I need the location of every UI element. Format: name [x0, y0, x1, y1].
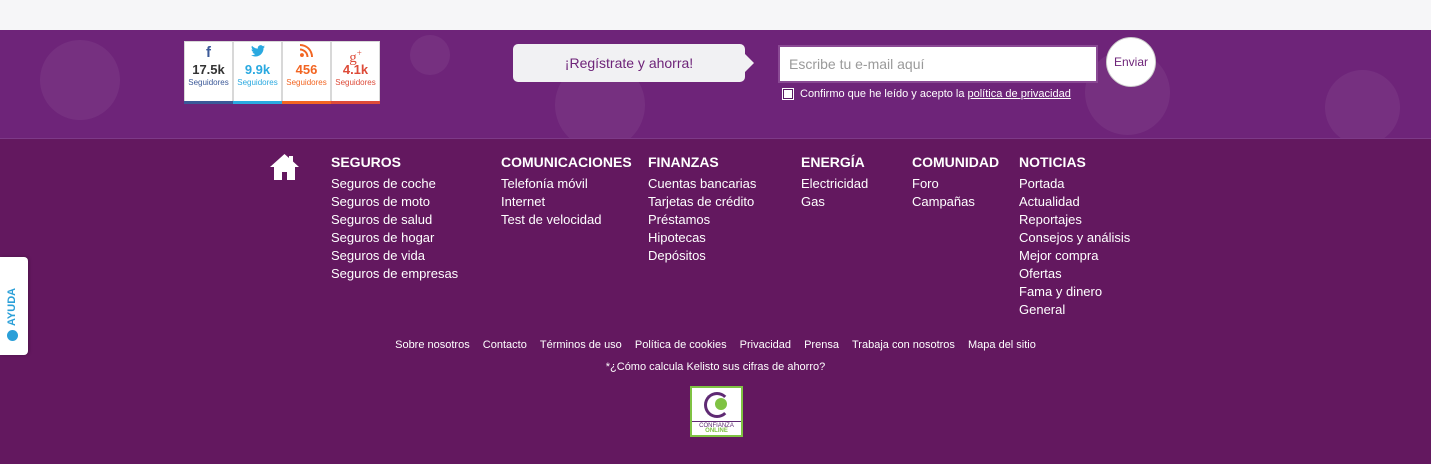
legal-link[interactable]: Contacto: [483, 339, 527, 351]
rss-count: 456: [295, 62, 318, 77]
social-google-plus[interactable]: g+ 4.1k Seguidores: [331, 41, 380, 104]
footer-link[interactable]: Seguros de moto: [331, 193, 458, 211]
legal-link[interactable]: Trabaja con nosotros: [852, 339, 955, 351]
register-callout: ¡Regístrate y ahorra!: [513, 44, 754, 82]
social-twitter[interactable]: 9.9k Seguidores: [233, 41, 282, 104]
footer-link[interactable]: Telefonía móvil: [501, 175, 632, 193]
consent-row: Confirmo que he leído y acepto la políti…: [782, 88, 1071, 100]
savings-calculation-link[interactable]: *¿Cómo calcula Kelisto sus cifras de aho…: [0, 361, 1431, 373]
footer-link[interactable]: Portada: [1019, 175, 1130, 193]
send-button[interactable]: Enviar: [1106, 37, 1156, 87]
twitter-label: Seguidores: [237, 78, 278, 87]
column-title: ENERGÍA: [801, 154, 865, 170]
footer-link[interactable]: Reportajes: [1019, 211, 1130, 229]
footer-column-comunidad: COMUNIDAD Foro Campañas: [912, 153, 999, 211]
facebook-label: Seguidores: [188, 78, 229, 87]
privacy-policy-link[interactable]: política de privacidad: [968, 88, 1071, 100]
footer-link[interactable]: Campañas: [912, 193, 999, 211]
facebook-icon: f: [206, 44, 211, 61]
footer-link[interactable]: Consejos y análisis: [1019, 229, 1130, 247]
help-label: AYUDA: [6, 287, 18, 326]
footer-link[interactable]: Cuentas bancarias: [648, 175, 756, 193]
footer-link[interactable]: Seguros de vida: [331, 247, 458, 265]
social-rss[interactable]: 456 Seguidores: [282, 41, 331, 104]
rss-bar: [282, 101, 331, 104]
footer-link[interactable]: Mejor compra: [1019, 247, 1130, 265]
footer-link[interactable]: Tarjetas de crédito: [648, 193, 756, 211]
column-title: SEGUROS: [331, 154, 402, 170]
confianza-online-badge[interactable]: CONFIANZA ONLINE: [690, 386, 743, 437]
footer-column-finanzas: FINANZAS Cuentas bancarias Tarjetas de c…: [648, 153, 756, 265]
footer-column-noticias: NOTICIAS Portada Actualidad Reportajes C…: [1019, 153, 1130, 319]
footer-link[interactable]: Actualidad: [1019, 193, 1130, 211]
legal-link[interactable]: Sobre nosotros: [395, 339, 470, 351]
facebook-bar: [184, 101, 233, 104]
footer-link[interactable]: Hipotecas: [648, 229, 756, 247]
twitter-count: 9.9k: [244, 62, 271, 77]
badge-line2: ONLINE: [705, 428, 728, 434]
footer-column-seguros: SEGUROS Seguros de coche Seguros de moto…: [331, 153, 458, 283]
consent-text: Confirmo que he leído y acepto la: [800, 88, 965, 100]
facebook-count: 17.5k: [192, 62, 225, 77]
legal-link[interactable]: Términos de uso: [540, 339, 622, 351]
twitter-bar: [233, 101, 282, 104]
rss-label: Seguidores: [286, 78, 327, 87]
google-plus-icon: g+: [349, 48, 362, 66]
footer-link[interactable]: Ofertas: [1019, 265, 1130, 283]
footer-link[interactable]: Electricidad: [801, 175, 868, 193]
background-bubble: [1325, 70, 1400, 138]
footer-link[interactable]: Depósitos: [648, 247, 756, 265]
footer-link[interactable]: Gas: [801, 193, 868, 211]
footer-link[interactable]: Test de velocidad: [501, 211, 632, 229]
google-plus-label: Seguidores: [335, 78, 376, 87]
legal-link[interactable]: Mapa del sitio: [968, 339, 1036, 351]
column-title: COMUNICACIONES: [501, 154, 632, 170]
footer-link[interactable]: Seguros de coche: [331, 175, 458, 193]
twitter-icon: [234, 42, 281, 62]
footer-column-energia: ENERGÍA Electricidad Gas: [801, 153, 868, 211]
help-tab-content: AYUDA: [6, 288, 18, 341]
home-icon[interactable]: [269, 153, 300, 181]
footer-link[interactable]: Seguros de salud: [331, 211, 458, 229]
footer-column-comunicaciones: COMUNICACIONES Telefonía móvil Internet …: [501, 153, 632, 229]
page-top-strip: [0, 0, 1431, 30]
column-title: NOTICIAS: [1019, 154, 1086, 170]
badge-logo-dot: [715, 398, 727, 410]
legal-link[interactable]: Prensa: [804, 339, 839, 351]
consent-checkbox[interactable]: [782, 88, 794, 100]
footer-link[interactable]: Fama y dinero: [1019, 283, 1130, 301]
background-bubble: [410, 35, 450, 75]
email-input[interactable]: [778, 45, 1098, 83]
legal-links: Sobre nosotros Contacto Términos de uso …: [0, 339, 1431, 351]
footer-link[interactable]: Foro: [912, 175, 999, 193]
legal-link[interactable]: Política de cookies: [635, 339, 727, 351]
social-facebook[interactable]: f 17.5k Seguidores: [184, 41, 233, 104]
footer-link[interactable]: Préstamos: [648, 211, 756, 229]
google-plus-count: 4.1k: [342, 62, 369, 77]
footer-link[interactable]: General: [1019, 301, 1130, 319]
background-bubble: [40, 40, 120, 120]
rss-icon: [283, 42, 330, 62]
footer-link[interactable]: Internet: [501, 193, 632, 211]
legal-link[interactable]: Privacidad: [740, 339, 791, 351]
column-title: COMUNIDAD: [912, 154, 1000, 170]
google-plus-bar: [331, 101, 380, 104]
column-title: FINANZAS: [648, 154, 719, 170]
footer-link[interactable]: Seguros de hogar: [331, 229, 458, 247]
footer-link[interactable]: Seguros de empresas: [331, 265, 458, 283]
social-counters: f 17.5k Seguidores 9.9k Seguidores 456 S…: [184, 41, 380, 104]
